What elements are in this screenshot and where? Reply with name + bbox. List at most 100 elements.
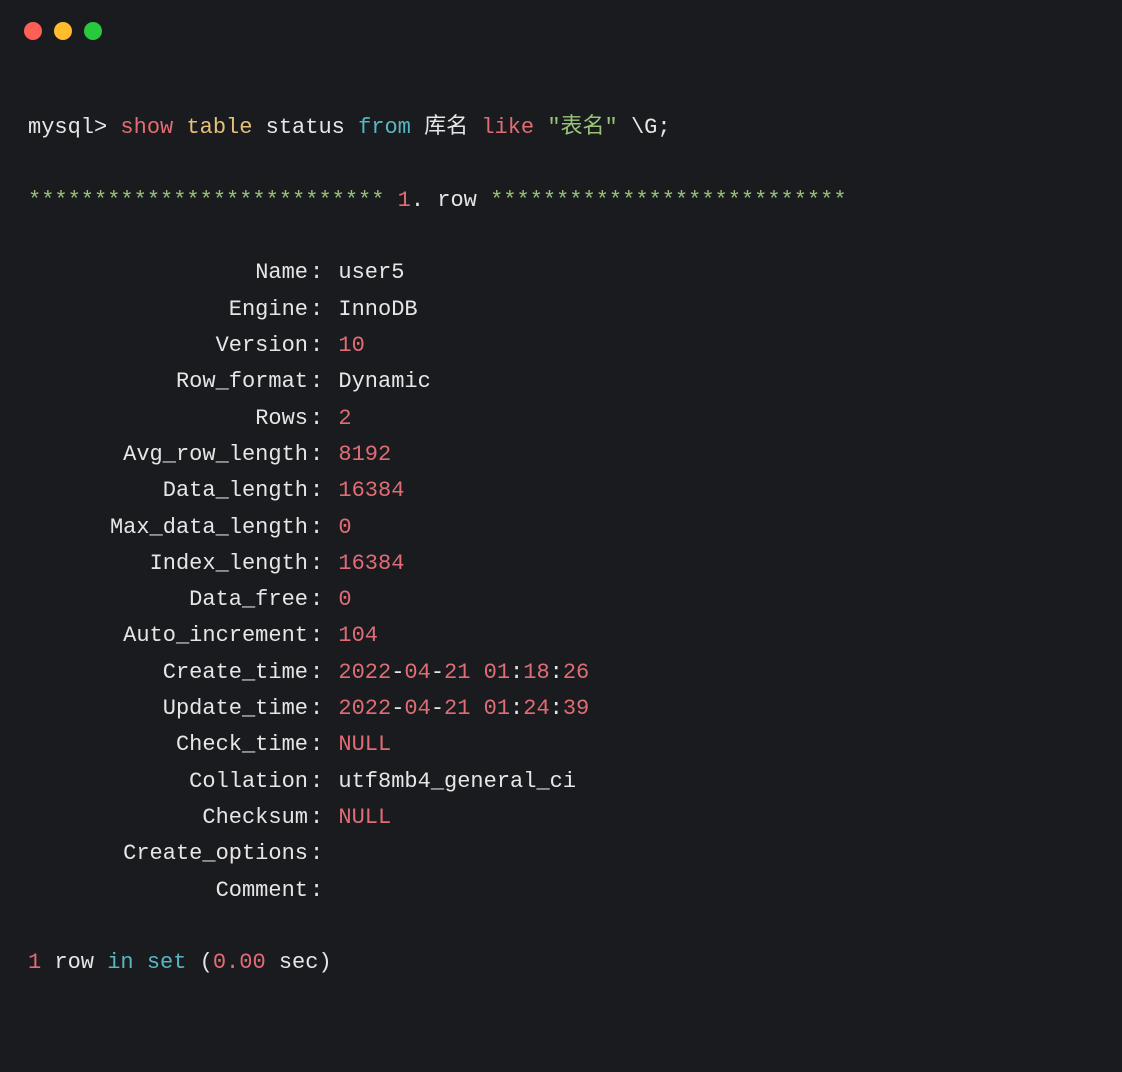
maximize-icon[interactable] <box>84 22 102 40</box>
field-label: Name <box>28 255 308 291</box>
field-row: Version: 10 <box>28 328 1094 364</box>
field-label: Row_format <box>28 364 308 400</box>
field-value: InnoDB <box>338 292 417 328</box>
field-colon: : <box>308 328 338 364</box>
field-row: Create_time: 2022-04-21 01:18:26 <box>28 655 1094 691</box>
field-colon: : <box>308 691 338 727</box>
field-value: user5 <box>338 255 404 291</box>
field-colon: : <box>308 437 338 473</box>
stars-right: *************************** <box>490 188 846 213</box>
field-label: Version <box>28 328 308 364</box>
field-row: Create_options: <box>28 836 1094 872</box>
field-row: Auto_increment: 104 <box>28 618 1094 654</box>
field-colon: : <box>308 510 338 546</box>
field-value: NULL <box>338 800 391 836</box>
field-row: Update_time: 2022-04-21 01:24:39 <box>28 691 1094 727</box>
footer-lparen: ( <box>200 950 213 975</box>
field-row: Data_free: 0 <box>28 582 1094 618</box>
field-colon: : <box>308 800 338 836</box>
field-value: 2 <box>338 401 351 437</box>
field-label: Max_data_length <box>28 510 308 546</box>
field-value: utf8mb4_general_ci <box>338 764 576 800</box>
field-label: Avg_row_length <box>28 437 308 473</box>
terminal-window: mysql> show table status from 库名 like "表… <box>0 0 1122 904</box>
kw-like: like <box>481 115 534 140</box>
field-value: NULL <box>338 727 391 763</box>
kw-show: show <box>120 115 173 140</box>
field-colon: : <box>308 255 338 291</box>
field-colon: : <box>308 727 338 763</box>
mysql-prompt: mysql> <box>28 115 107 140</box>
terminal-content[interactable]: mysql> show table status from 库名 like "表… <box>0 56 1122 1072</box>
field-value: 16384 <box>338 546 404 582</box>
row-dot: . <box>411 188 424 213</box>
footer-sec: sec <box>279 950 319 975</box>
field-value: 0 <box>338 510 351 546</box>
row-divider: *************************** 1. row *****… <box>28 183 1094 219</box>
footer-set: set <box>147 950 187 975</box>
field-colon: : <box>308 618 338 654</box>
field-colon: : <box>308 873 338 909</box>
footer-rparen: ) <box>318 950 331 975</box>
field-colon: : <box>308 292 338 328</box>
field-row: Check_time: NULL <box>28 727 1094 763</box>
field-row: Avg_row_length: 8192 <box>28 437 1094 473</box>
field-label: Checksum <box>28 800 308 836</box>
field-label: Collation <box>28 764 308 800</box>
field-row: Data_length: 16384 <box>28 473 1094 509</box>
field-label: Comment <box>28 873 308 909</box>
kw-from: from <box>358 115 411 140</box>
field-colon: : <box>308 836 338 872</box>
field-colon: : <box>308 655 338 691</box>
field-label: Create_options <box>28 836 308 872</box>
field-value: 10 <box>338 328 364 364</box>
minimize-icon[interactable] <box>54 22 72 40</box>
field-row: Max_data_length: 0 <box>28 510 1094 546</box>
footer-line: 1 row in set (0.00 sec) <box>28 945 1094 981</box>
kw-table: table <box>186 115 252 140</box>
field-label: Update_time <box>28 691 308 727</box>
footer-time: 0.00 <box>213 950 266 975</box>
row-number: 1 <box>398 188 411 213</box>
fields-list: Name: user5Engine: InnoDBVersion: 10Row_… <box>28 255 1094 908</box>
field-value: Dynamic <box>338 364 430 400</box>
footer-count: 1 <box>28 950 41 975</box>
close-icon[interactable] <box>24 22 42 40</box>
kw-status: status <box>266 115 345 140</box>
field-value: 0 <box>338 582 351 618</box>
field-value: 2022-04-21 01:18:26 <box>338 655 589 691</box>
field-colon: : <box>308 582 338 618</box>
field-label: Auto_increment <box>28 618 308 654</box>
window-titlebar <box>0 0 1122 56</box>
field-colon: : <box>308 546 338 582</box>
field-value: 2022-04-21 01:24:39 <box>338 691 589 727</box>
field-label: Engine <box>28 292 308 328</box>
field-row: Comment: <box>28 873 1094 909</box>
footer-in: in <box>107 950 133 975</box>
field-colon: : <box>308 473 338 509</box>
stars-left: *************************** <box>28 188 384 213</box>
field-colon: : <box>308 764 338 800</box>
field-row: Name: user5 <box>28 255 1094 291</box>
semicolon: ; <box>657 115 670 140</box>
field-row: Index_length: 16384 <box>28 546 1094 582</box>
table-literal: "表名" <box>547 115 617 140</box>
field-label: Data_free <box>28 582 308 618</box>
field-row: Collation: utf8mb4_general_ci <box>28 764 1094 800</box>
field-value: 8192 <box>338 437 391 473</box>
field-row: Checksum: NULL <box>28 800 1094 836</box>
field-label: Rows <box>28 401 308 437</box>
field-label: Index_length <box>28 546 308 582</box>
field-colon: : <box>308 364 338 400</box>
row-word: row <box>437 188 477 213</box>
field-row: Rows: 2 <box>28 401 1094 437</box>
field-colon: : <box>308 401 338 437</box>
vertG: \G <box>631 115 657 140</box>
field-row: Engine: InnoDB <box>28 292 1094 328</box>
command-line: mysql> show table status from 库名 like "表… <box>28 110 1094 146</box>
field-label: Create_time <box>28 655 308 691</box>
field-label: Check_time <box>28 727 308 763</box>
field-row: Row_format: Dynamic <box>28 364 1094 400</box>
footer-row: row <box>54 950 94 975</box>
field-value: 104 <box>338 618 378 654</box>
